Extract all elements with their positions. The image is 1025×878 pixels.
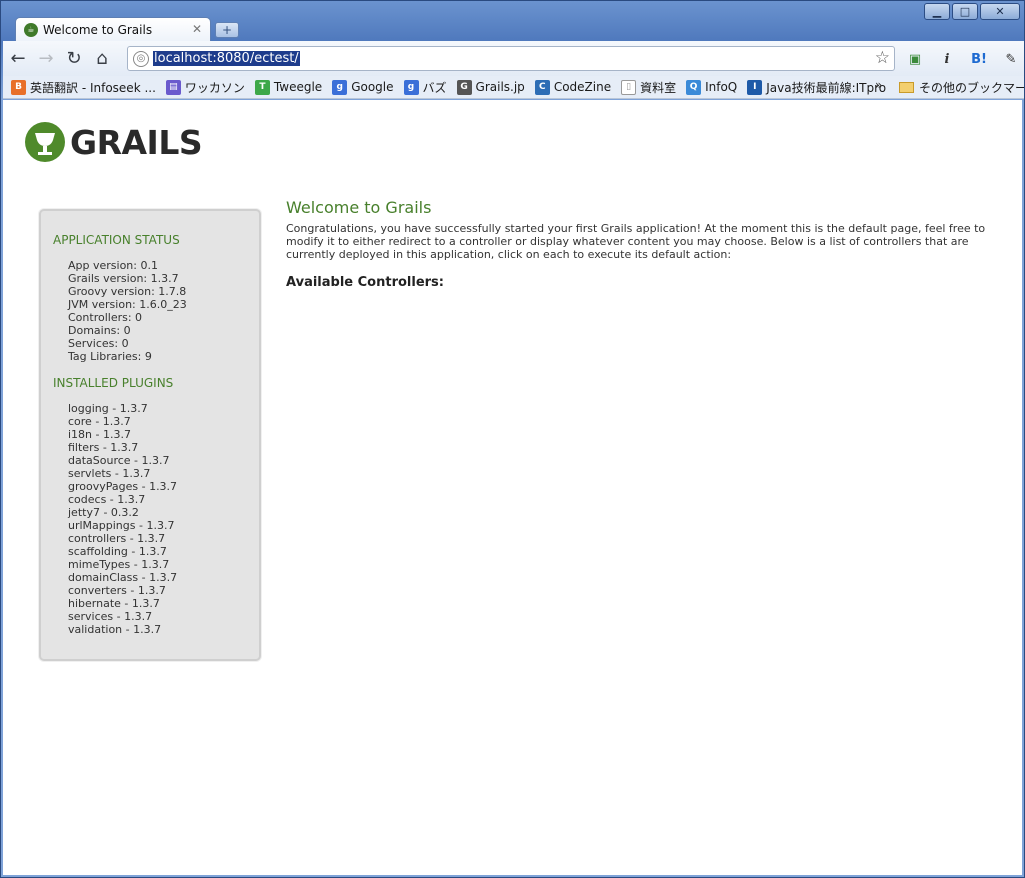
wrench-icon[interactable]: ✎: [998, 48, 1024, 70]
itpro-icon: I: [747, 79, 763, 95]
page-info-icon[interactable]: ◎: [133, 50, 149, 67]
list-item: converters - 1.3.7: [68, 584, 166, 597]
home-button[interactable]: ⌂: [89, 46, 115, 72]
list-item: App version: 0.1: [68, 259, 158, 272]
list-item: i18n - 1.3.7: [68, 428, 131, 441]
bookmark-item[interactable]: ▤ ワッカソン: [165, 79, 245, 96]
other-bookmarks-folder[interactable]: その他のブックマーク: [899, 79, 1024, 96]
grails-cup-icon: [25, 122, 65, 162]
logo-wordmark: GRAILS: [70, 122, 203, 162]
tab-close-icon[interactable]: ✕: [192, 22, 202, 36]
list-item: domainClass - 1.3.7: [68, 571, 178, 584]
list-item: jetty7 - 0.3.2: [68, 506, 139, 519]
google-icon: g: [403, 79, 419, 95]
folder-icon: [899, 82, 914, 93]
reload-button[interactable]: ↻: [61, 46, 87, 72]
address-url[interactable]: localhost:8080/ectest/: [153, 51, 300, 66]
application-status-heading: APPLICATION STATUS: [53, 233, 180, 247]
address-bar[interactable]: ◎ localhost:8080/ectest/ ☆: [127, 46, 895, 71]
status-panel: APPLICATION STATUS App version: 0.1 Grai…: [39, 209, 261, 661]
bookmark-item[interactable]: g Google: [332, 79, 394, 95]
document-icon: ▯: [621, 79, 637, 95]
new-tab-button[interactable]: +: [215, 22, 239, 38]
grails-icon: G: [456, 79, 472, 95]
minimize-button[interactable]: ▁: [924, 3, 950, 20]
list-item: validation - 1.3.7: [68, 623, 162, 636]
available-controllers-heading: Available Controllers:: [286, 275, 444, 290]
page-title: Welcome to Grails: [286, 198, 432, 217]
bookmark-item[interactable]: g バズ: [403, 79, 447, 96]
grails-favicon-icon: ☕: [24, 22, 38, 37]
list-item: Grails version: 1.3.7: [68, 272, 179, 285]
list-item: JVM version: 1.6.0_23: [68, 298, 187, 311]
back-button[interactable]: ←: [5, 46, 31, 72]
bookmark-item[interactable]: I Java技術最前線:ITpro: [747, 79, 886, 96]
infoq-icon: Q: [686, 79, 702, 95]
bookmark-item[interactable]: C CodeZine: [534, 79, 611, 95]
list-item: Tag Libraries: 9: [68, 350, 152, 363]
browser-window: ▁ □ ✕ ☕ Welcome to Grails ✕ + ← → ↻ ⌂ ◎ …: [0, 0, 1025, 878]
application-status-list: App version: 0.1 Grails version: 1.3.7 G…: [53, 259, 259, 363]
extension-icon[interactable]: ▣: [902, 48, 928, 70]
bookmark-item[interactable]: B 英語翻訳 - Infoseek ...: [11, 79, 156, 96]
list-item: Controllers: 0: [68, 311, 143, 324]
grails-logo[interactable]: GRAILS: [25, 122, 203, 162]
codezine-icon: C: [534, 79, 550, 95]
maximize-button[interactable]: □: [952, 3, 978, 20]
page-icon: ▤: [165, 79, 181, 95]
list-item: hibernate - 1.3.7: [68, 597, 160, 610]
bookmark-item[interactable]: ▯ 資料室: [621, 79, 676, 96]
intro-paragraph: Congratulations, you have successfully s…: [286, 222, 986, 261]
browser-toolbar: ← → ↻ ⌂ ◎ localhost:8080/ectest/ ☆ ▣ i B…: [3, 41, 1024, 76]
list-item: Groovy version: 1.7.8: [68, 285, 187, 298]
list-item: groovyPages - 1.3.7: [68, 480, 178, 493]
window-controls: ▁ □ ✕: [924, 3, 1020, 20]
info-icon[interactable]: i: [934, 48, 960, 70]
bookmarks-bar: B 英語翻訳 - Infoseek ... ▤ ワッカソン T Tweegle …: [3, 76, 1024, 99]
list-item: services - 1.3.7: [68, 610, 153, 623]
blogger-icon: B: [11, 79, 26, 95]
main-body: Welcome to Grails Congratulations, you h…: [286, 198, 1006, 290]
list-item: core - 1.3.7: [68, 415, 131, 428]
forward-button[interactable]: →: [33, 46, 59, 72]
list-item: controllers - 1.3.7: [68, 532, 166, 545]
tweegle-icon: T: [254, 79, 270, 95]
bookmark-item[interactable]: Q InfoQ: [686, 79, 737, 95]
list-item: scaffolding - 1.3.7: [68, 545, 167, 558]
list-item: filters - 1.3.7: [68, 441, 139, 454]
google-icon: g: [332, 79, 348, 95]
hatena-bookmark-icon[interactable]: B!: [966, 48, 992, 70]
tab-title: Welcome to Grails: [43, 22, 153, 37]
bookmark-item[interactable]: T Tweegle: [254, 79, 322, 95]
bookmarks-overflow-chevron-icon[interactable]: »: [875, 78, 882, 92]
list-item: codecs - 1.3.7: [68, 493, 146, 506]
extension-buttons: ▣ i B! ✎: [902, 48, 1024, 70]
installed-plugins-heading: INSTALLED PLUGINS: [53, 376, 174, 390]
list-item: Domains: 0: [68, 324, 131, 337]
installed-plugins-list: logging - 1.3.7 core - 1.3.7 i18n - 1.3.…: [53, 402, 259, 636]
list-item: logging - 1.3.7: [68, 402, 148, 415]
browser-tab[interactable]: ☕ Welcome to Grails ✕: [15, 17, 211, 41]
list-item: Services: 0: [68, 337, 129, 350]
bookmark-star-icon[interactable]: ☆: [875, 48, 890, 68]
page-content: GRAILS APPLICATION STATUS App version: 0…: [3, 100, 1022, 875]
list-item: urlMappings - 1.3.7: [68, 519, 175, 532]
list-item: servlets - 1.3.7: [68, 467, 151, 480]
list-item: dataSource - 1.3.7: [68, 454, 170, 467]
bookmark-item[interactable]: G Grails.jp: [456, 79, 525, 95]
list-item: mimeTypes - 1.3.7: [68, 558, 170, 571]
close-window-button[interactable]: ✕: [980, 3, 1020, 20]
